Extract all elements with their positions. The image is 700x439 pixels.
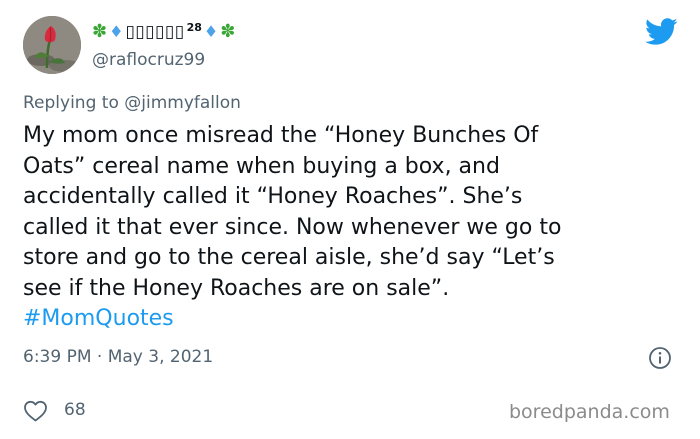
clover-icon: ✽ <box>92 21 108 42</box>
like-count: 68 <box>64 400 86 420</box>
tweet-card: ✽ ♦ ▯▯▯▯▯▯ 28 ♦ ✽ @raflocruz99 Replying … <box>0 0 700 439</box>
display-name-text: ▯▯▯▯▯▯ <box>125 22 185 42</box>
tweet-text-line: My mom once misread the “Honey Bunches O… <box>23 123 539 148</box>
tulip-avatar-icon <box>23 16 81 74</box>
hashtag-link[interactable]: #MomQuotes <box>23 304 683 335</box>
reply-mention-link[interactable]: @jimmyfallon <box>124 93 241 113</box>
display-name-superscript: 28 <box>186 21 202 34</box>
diamond-icon: ♦ <box>203 22 219 41</box>
diamond-icon: ♦ <box>109 22 124 41</box>
tweet-text-line: see if the Honey Roaches are on sale”. <box>23 275 450 301</box>
clover-icon: ✽ <box>220 21 236 42</box>
tweet-text-line: called it that ever since. Now whenever … <box>23 214 562 240</box>
replying-to: Replying to @jimmyfallon <box>23 93 241 113</box>
heart-icon[interactable] <box>23 400 48 422</box>
display-name[interactable]: ✽ ♦ ▯▯▯▯▯▯ 28 ♦ ✽ <box>92 20 235 44</box>
user-handle[interactable]: @raflocruz99 <box>92 50 205 70</box>
avatar[interactable] <box>23 16 81 74</box>
replying-to-prefix: Replying to <box>23 93 125 113</box>
tweet-timestamp[interactable]: 6:39 PM · May 3, 2021 <box>23 347 213 367</box>
tweet-text-line: store and go to the cereal aisle, she’d … <box>23 245 555 270</box>
tweet-text-line: Oats” cereal name when buying a box, and <box>23 153 500 179</box>
tweet-text: My mom once misread the “Honey Bunches O… <box>23 121 683 335</box>
twitter-bird-icon[interactable] <box>645 18 678 46</box>
watermark: boredpanda.com <box>509 401 670 423</box>
tweet-text-line: accidentally called it “Honey Roaches”. … <box>23 184 523 209</box>
info-icon[interactable] <box>648 346 672 370</box>
